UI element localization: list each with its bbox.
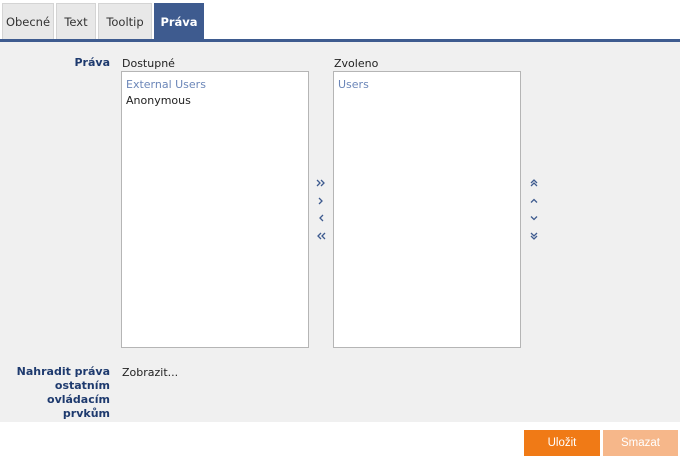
tab-rights[interactable]: Práva bbox=[154, 3, 204, 39]
move-right-icon[interactable] bbox=[314, 194, 328, 208]
move-left-icon[interactable] bbox=[314, 211, 328, 225]
footer: Uložit Smazat bbox=[0, 422, 680, 458]
replace-rights-label-line-2: ostatním bbox=[54, 379, 110, 392]
available-item-external-users[interactable]: External Users bbox=[126, 78, 206, 91]
tab-text[interactable]: Text bbox=[56, 3, 96, 39]
replace-rights-label-line-3: ovládacím bbox=[47, 393, 110, 406]
save-button[interactable]: Uložit bbox=[524, 430, 600, 456]
tab-bar: Obecné Text Tooltip Práva bbox=[0, 0, 680, 42]
replace-rights-label-line-4: prvkům bbox=[62, 407, 110, 420]
replace-rights-label: Nahradit práva ostatním ovládacím prvkům bbox=[14, 365, 110, 421]
tab-general[interactable]: Obecné bbox=[2, 3, 54, 39]
available-label: Dostupné bbox=[122, 57, 175, 70]
tab-tooltip-label: Tooltip bbox=[106, 14, 144, 29]
tab-general-label: Obecné bbox=[5, 14, 51, 29]
move-all-left-icon[interactable] bbox=[314, 229, 328, 243]
tab-text-label: Text bbox=[64, 14, 88, 29]
rights-label: Práva bbox=[74, 56, 110, 69]
rights-panel: Práva Dostupné Zvoleno External Users An… bbox=[0, 42, 680, 422]
delete-button[interactable]: Smazat bbox=[603, 430, 678, 456]
move-all-right-icon[interactable] bbox=[314, 176, 328, 190]
available-item-anonymous[interactable]: Anonymous bbox=[126, 94, 191, 107]
selected-label: Zvoleno bbox=[334, 57, 379, 70]
move-down-icon[interactable] bbox=[527, 211, 541, 225]
replace-rights-label-line-1: Nahradit práva bbox=[16, 365, 110, 378]
tab-tooltip[interactable]: Tooltip bbox=[98, 3, 152, 39]
move-up-icon[interactable] bbox=[527, 194, 541, 208]
selected-listbox[interactable]: Users bbox=[333, 71, 521, 348]
move-top-icon[interactable] bbox=[527, 176, 541, 190]
selected-item-users[interactable]: Users bbox=[338, 78, 369, 91]
move-bottom-icon[interactable] bbox=[527, 229, 541, 243]
show-link[interactable]: Zobrazit... bbox=[122, 366, 178, 379]
tab-rights-label: Práva bbox=[160, 14, 198, 29]
available-listbox[interactable]: External Users Anonymous bbox=[121, 71, 309, 348]
